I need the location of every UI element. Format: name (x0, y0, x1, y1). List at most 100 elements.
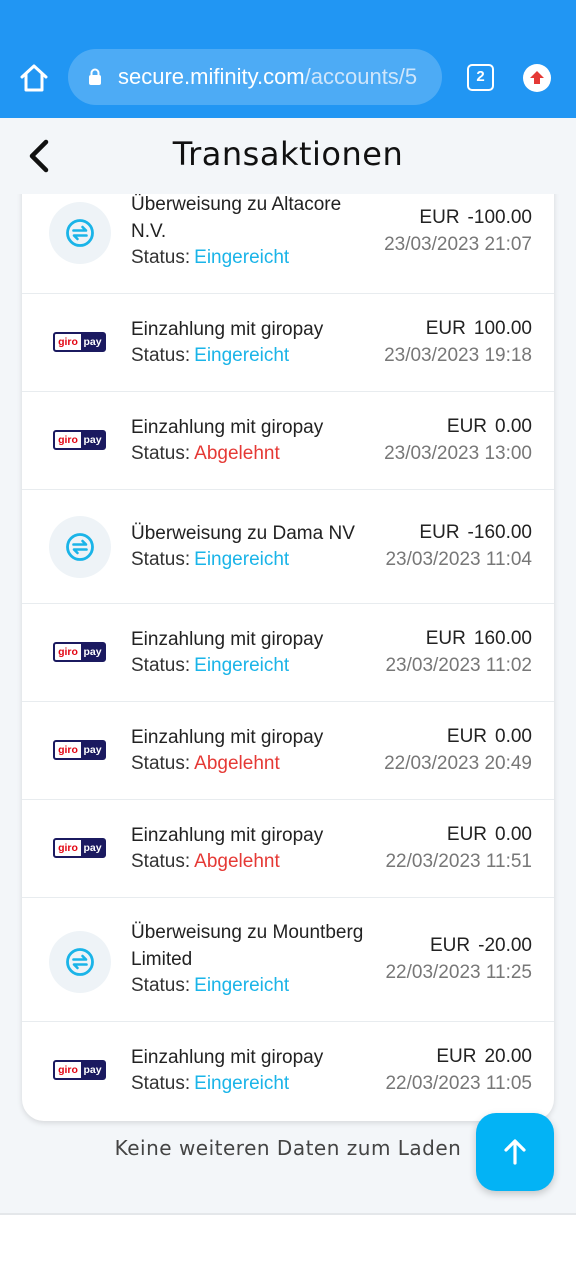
url-path: /accounts/5 (304, 64, 418, 89)
browser-toolbar: secure.mifinity.com/accounts/5 2 (0, 0, 576, 118)
status-value: Eingereicht (194, 247, 290, 268)
transaction-date: 22/03/2023 11:25 (385, 962, 532, 983)
transaction-status: Status: Eingereicht (131, 1073, 289, 1095)
currency: EUR (419, 207, 460, 228)
transaction-title: Überweisung zu Dama NV (131, 523, 355, 544)
divider (0, 1213, 576, 1215)
status-label: Status: (131, 247, 191, 268)
transaction-row[interactable]: giro pay Einzahlung mit giropay Status: Ei… (22, 1022, 554, 1121)
giropay-logo: giro pay (53, 642, 106, 662)
giropay-logo: giro pay (53, 332, 106, 352)
amount-value: 0.00 (495, 824, 532, 845)
transaction-amount: EUR 0.00 (447, 726, 532, 748)
status-label: Status: (131, 549, 191, 570)
giropay-logo-right: pay (83, 646, 102, 658)
address-bar[interactable]: secure.mifinity.com/accounts/5 (68, 49, 442, 105)
transaction-row[interactable]: giro pay Einzahlung mit giropay Status: Ab… (22, 800, 554, 898)
url-text: secure.mifinity.com/accounts/5 (118, 64, 417, 90)
transaction-title: Einzahlung mit giropay (131, 319, 324, 340)
currency: EUR (425, 318, 466, 339)
amount-value: 0.00 (495, 416, 532, 437)
status-label: Status: (131, 655, 191, 676)
amount-value: 20.00 (484, 1046, 532, 1067)
transaction-title: Einzahlung mit giropay (131, 1047, 324, 1068)
currency: EUR (430, 935, 471, 956)
transaction-list: Überweisung zu Altacore N.V. Status: Eing… (22, 176, 554, 1121)
status-label: Status: (131, 975, 191, 996)
status-value: Abgelehnt (194, 443, 280, 464)
lock-icon (88, 68, 102, 86)
currency: EUR (419, 522, 460, 543)
transaction-date: 22/03/2023 11:05 (385, 1073, 532, 1094)
giropay-logo-right: pay (83, 336, 102, 348)
transfer-icon (49, 516, 111, 578)
transaction-amount: EUR 0.00 (447, 824, 532, 846)
transaction-row[interactable]: giro pay Einzahlung mit giropay Status: Ei… (22, 604, 554, 702)
transaction-date: 23/03/2023 19:18 (384, 345, 532, 366)
transaction-row[interactable]: giro pay Einzahlung mit giropay Status: Ei… (22, 294, 554, 392)
scroll-to-top-button[interactable] (476, 1113, 554, 1191)
transaction-title: Einzahlung mit giropay (131, 727, 324, 748)
transaction-status: Status: Eingereicht (131, 975, 289, 997)
url-host: secure.mifinity.com (118, 64, 305, 89)
status-value: Eingereicht (194, 1073, 290, 1094)
transaction-date: 23/03/2023 21:07 (384, 234, 532, 255)
update-icon[interactable] (523, 64, 551, 92)
transaction-date: 22/03/2023 20:49 (384, 753, 532, 774)
giropay-logo-right: pay (83, 842, 102, 854)
status-value: Eingereicht (194, 345, 290, 366)
currency: EUR (446, 416, 488, 437)
status-value: Abgelehnt (194, 851, 280, 872)
transaction-title: Überweisung zu Altacore N.V. (131, 194, 342, 242)
status-value: Abgelehnt (194, 753, 280, 774)
amount-value: -20.00 (478, 935, 532, 956)
transaction-amount: EUR -160.00 (419, 522, 532, 544)
transaction-date: 23/03/2023 11:02 (385, 655, 532, 676)
status-value: Eingereicht (194, 975, 290, 996)
app-header: Transaktionen (0, 118, 576, 194)
page-title: Transaktionen (172, 135, 404, 173)
transaction-status: Status: Eingereicht (131, 549, 289, 571)
tab-switcher-button[interactable]: 2 (467, 64, 494, 91)
transaction-title: Einzahlung mit giropay (131, 629, 324, 650)
amount-value: -160.00 (467, 522, 532, 543)
home-icon[interactable] (16, 60, 52, 96)
transaction-row[interactable]: Überweisung zu Mountberg Limited Status:… (22, 898, 554, 1022)
giropay-logo-right: pay (83, 1064, 102, 1076)
transaction-status: Status: Abgelehnt (131, 753, 280, 775)
transfer-icon (49, 202, 111, 264)
giropay-logo-left: giro (55, 742, 81, 758)
transaction-amount: EUR 0.00 (447, 416, 532, 438)
transaction-status: Status: Eingereicht (131, 655, 289, 677)
status-label: Status: (131, 753, 191, 774)
currency: EUR (425, 628, 466, 649)
arrow-up-icon (504, 1139, 526, 1165)
status-label: Status: (131, 1073, 191, 1094)
transaction-row[interactable]: Überweisung zu Dama NV Status: Eingereich… (22, 490, 554, 604)
transaction-amount: EUR 100.00 (426, 318, 532, 340)
giropay-logo-left: giro (55, 840, 81, 856)
transaction-row[interactable]: giro pay Einzahlung mit giropay Status: Ab… (22, 392, 554, 490)
currency: EUR (446, 726, 488, 747)
giropay-logo-left: giro (55, 432, 81, 448)
status-label: Status: (131, 345, 191, 366)
transaction-amount: EUR -20.00 (430, 935, 532, 957)
giropay-logo-left: giro (55, 1062, 81, 1078)
amount-value: 100.00 (473, 318, 532, 339)
transaction-date: 22/03/2023 11:51 (385, 851, 532, 872)
giropay-logo-left: giro (55, 644, 81, 660)
transaction-row[interactable]: giro pay Einzahlung mit giropay Status: Ab… (22, 702, 554, 800)
amount-value: 160.00 (473, 628, 532, 649)
status-value: Eingereicht (194, 655, 290, 676)
transaction-title: Einzahlung mit giropay (131, 825, 324, 846)
giropay-logo: giro pay (53, 740, 106, 760)
transaction-status: Status: Abgelehnt (131, 443, 280, 465)
transaction-status: Status: Eingereicht (131, 345, 289, 367)
status-value: Eingereicht (194, 549, 290, 570)
transaction-status: Status: Eingereicht (131, 247, 289, 269)
giropay-logo: giro pay (53, 1060, 106, 1080)
transaction-title: Überweisung zu Mountberg Limited (131, 922, 364, 970)
status-label: Status: (131, 443, 191, 464)
transaction-amount: EUR -100.00 (419, 207, 532, 229)
transaction-title: Einzahlung mit giropay (131, 417, 324, 438)
